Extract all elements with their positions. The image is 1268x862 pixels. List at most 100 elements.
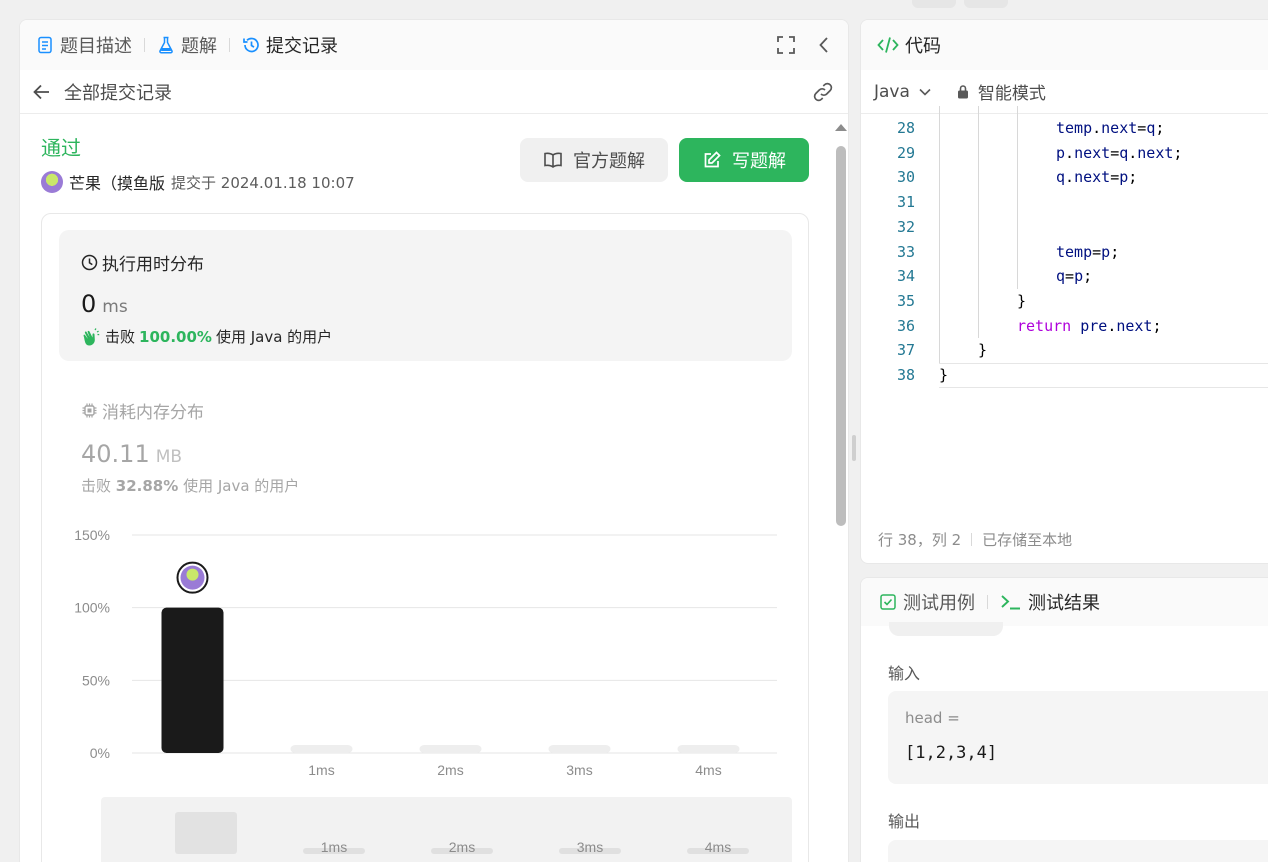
history-icon <box>243 37 259 53</box>
scroll-up-arrow[interactable] <box>835 124 847 131</box>
lock-icon <box>957 85 968 99</box>
code-panel: 代码 Java 智能模式 28 temp.next=q; 29 p.next=q.ne… <box>860 19 1268 564</box>
fullscreen-icon[interactable] <box>776 35 796 55</box>
tab-testcases[interactable]: 测试用例 <box>903 589 975 615</box>
code-text: return pre.next; <box>1017 316 1162 335</box>
editor-mode[interactable]: 智能模式 <box>978 79 1046 104</box>
official-solution-button[interactable]: 官方题解 <box>520 138 668 182</box>
checkbox-icon <box>880 594 896 610</box>
indent-guide <box>1017 106 1018 289</box>
back-arrow-icon[interactable] <box>32 82 52 102</box>
write-solution-button[interactable]: 写题解 <box>679 138 809 182</box>
status-divider <box>971 533 973 546</box>
left-tabbar: 题目描述 题解 提交记录 <box>20 20 848 70</box>
edit-icon <box>704 151 721 168</box>
code-editor[interactable]: 28 temp.next=q; 29 p.next=q.next; 30 q.next=p… <box>861 106 1268 516</box>
document-icon <box>38 36 52 54</box>
tab-divider <box>144 38 145 52</box>
runtime-distribution-chart[interactable]: 0% 50% 100% 150% 1ms 2ms 3ms 4ms <box>42 214 810 862</box>
submit-time: 提交于 2024.01.18 10:07 <box>171 173 355 192</box>
code-text: temp.next=q; <box>1056 119 1165 137</box>
chart-bar <box>548 745 611 753</box>
top-toolbar-button[interactable] <box>964 0 1008 8</box>
code-line[interactable]: 32 <box>861 215 1268 240</box>
official-solution-label: 官方题解 <box>573 151 645 172</box>
code-line[interactable]: 33 temp=p; <box>861 240 1268 265</box>
link-icon[interactable] <box>812 81 834 103</box>
line-number: 36 <box>896 316 915 335</box>
tab-description[interactable]: 题目描述 <box>36 32 132 58</box>
language-select[interactable]: Java <box>874 82 910 102</box>
tab-description-label: 题目描述 <box>60 36 132 57</box>
code-text: temp=p; <box>1056 242 1120 261</box>
panel-resize-handle[interactable] <box>852 435 856 461</box>
output-box <box>888 840 1268 862</box>
tab-divider <box>229 38 230 52</box>
submission-detail: 通过 芒果（摸鱼版 提交于 2024.01.18 10:07 官方题解 写题解 … <box>20 114 832 862</box>
tab-test-results[interactable]: 测试结果 <box>1000 589 1100 615</box>
result-case-pill[interactable] <box>889 622 1003 636</box>
code-toolbar: Java 智能模式 <box>861 70 1268 114</box>
code-text: } <box>1017 291 1027 310</box>
tab-solutions[interactable]: 题解 <box>157 32 217 58</box>
line-number: 29 <box>896 143 915 162</box>
book-icon <box>544 152 562 168</box>
code-text: q=p; <box>1056 267 1093 286</box>
test-tabbar: 测试用例 测试结果 <box>861 578 1268 626</box>
code-tab-title[interactable]: 代码 <box>905 32 941 58</box>
tab-solutions-label: 题解 <box>181 36 217 57</box>
input-label: 输入 <box>888 664 921 683</box>
code-line[interactable]: 28 temp.next=q; <box>861 116 1268 141</box>
code-icon <box>877 37 899 53</box>
flask-icon <box>159 36 173 54</box>
tab-submissions[interactable]: 提交记录 <box>242 32 338 58</box>
input-value: [1,2,3,4] <box>905 743 998 763</box>
code-line[interactable]: 36 return pre.next; <box>861 314 1268 339</box>
line-number: 34 <box>896 267 915 286</box>
current-line-highlight <box>939 363 1268 388</box>
line-number: 33 <box>896 242 915 261</box>
line-number: 30 <box>896 168 915 187</box>
avatar[interactable] <box>41 171 63 193</box>
x-tick-label: 2ms <box>437 762 463 778</box>
submitter-name[interactable]: 芒果（摸鱼版 <box>69 170 165 194</box>
output-label: 输出 <box>888 812 921 831</box>
chart-bar <box>290 745 353 753</box>
all-submissions-title[interactable]: 全部提交记录 <box>64 79 172 105</box>
code-line[interactable]: 30 q.next=p; <box>861 165 1268 190</box>
vertical-scrollbar[interactable] <box>832 114 848 862</box>
indent-guide <box>978 106 979 339</box>
y-tick-label: 100% <box>74 600 110 616</box>
scrollbar-thumb[interactable] <box>836 146 846 526</box>
collapse-chevron-icon[interactable] <box>814 35 834 55</box>
code-line[interactable]: 29 p.next=q.next; <box>861 141 1268 166</box>
chart-bar <box>161 607 224 753</box>
tab-submissions-label: 提交记录 <box>266 36 338 57</box>
code-line[interactable]: 35} <box>861 289 1268 314</box>
top-toolbar-button[interactable] <box>912 0 956 8</box>
code-line[interactable]: 37} <box>861 338 1268 363</box>
code-text: } <box>978 341 988 360</box>
submission-subbar: 全部提交记录 <box>20 70 848 114</box>
save-status: 已存储至本地 <box>982 531 1073 549</box>
test-panel: 测试用例 测试结果 输入 head = [1,2,3,4] 输出 <box>860 577 1268 862</box>
line-number: 35 <box>896 291 915 310</box>
input-variable: head = <box>905 709 960 727</box>
y-tick-label: 150% <box>74 527 110 543</box>
y-tick-label: 0% <box>90 745 110 761</box>
code-text: q.next=p; <box>1056 168 1138 187</box>
code-line[interactable]: 34 q=p; <box>861 264 1268 289</box>
performance-card: 执行用时分布 0 ms 击败 100.00% 使用 Java 的用户 消耗内存分布… <box>41 213 809 862</box>
editor-status-bar: 行 38，列 2 已存储至本地 <box>878 529 1072 550</box>
line-number: 32 <box>896 217 915 236</box>
user-avatar-marker-face <box>186 568 199 581</box>
terminal-icon <box>1001 595 1020 610</box>
tabbar-actions <box>776 35 834 55</box>
line-number: 28 <box>896 119 915 137</box>
submitter-info: 芒果（摸鱼版 提交于 2024.01.18 10:07 <box>41 170 355 194</box>
chart-overview-slider[interactable] <box>101 797 792 862</box>
chevron-down-icon[interactable] <box>918 85 932 99</box>
x-tick-label: 4ms <box>695 762 721 778</box>
code-line[interactable]: 31 <box>861 190 1268 215</box>
code-text: p.next=q.next; <box>1056 143 1183 162</box>
